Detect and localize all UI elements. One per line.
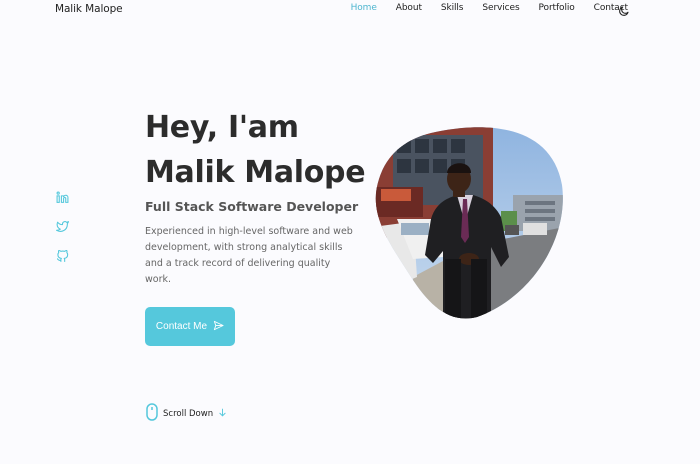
main-nav: Home About Skills Services Portfolio Con… [332, 3, 629, 13]
nav-link-about[interactable]: About [396, 3, 422, 13]
github-icon[interactable] [56, 248, 70, 262]
hero-description: Experienced in high-level software and w… [145, 226, 353, 285]
moon-icon[interactable] [618, 2, 630, 16]
arrow-down-icon [218, 408, 227, 420]
nav-link-home[interactable]: Home [351, 3, 377, 13]
nav-link-skills[interactable]: Skills [441, 3, 464, 13]
scroll-down-label: Scroll Down [163, 408, 214, 419]
hero-greeting: Hey, I'am [145, 110, 299, 145]
twitter-icon[interactable] [56, 218, 70, 232]
send-icon [213, 320, 224, 334]
mouse-icon [146, 403, 158, 424]
header: Malik Malope Home About Skills Services … [0, 0, 700, 20]
logo[interactable]: Malik Malope [55, 3, 123, 15]
hero-subtitle: Full Stack Software Developer [145, 199, 359, 214]
contact-me-button[interactable]: Contact Me [145, 307, 235, 346]
contact-me-label: Contact Me [155, 321, 208, 332]
profile-photo [373, 127, 564, 319]
nav-link-services[interactable]: Services [482, 3, 519, 13]
hero-name: Malik Malope [145, 155, 366, 190]
nav-link-portfolio[interactable]: Portfolio [539, 3, 575, 13]
scroll-down-link[interactable]: Scroll Down [146, 403, 227, 424]
linkedin-icon[interactable] [56, 189, 70, 203]
